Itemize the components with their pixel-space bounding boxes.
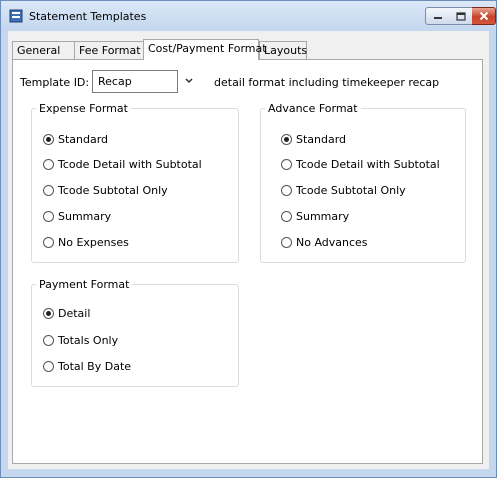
- expense-tcode-detail-subtotal-radio[interactable]: Tcode Detail with Subtotal: [43, 157, 202, 171]
- radio-unselected-icon: [43, 360, 54, 372]
- radio-unselected-icon: [281, 236, 292, 248]
- payment-detail-radio[interactable]: Detail: [43, 306, 90, 320]
- title-bar[interactable]: Statement Templates: [1, 1, 496, 31]
- radio-unselected-icon: [281, 158, 292, 170]
- template-id-combobox[interactable]: Recap: [92, 70, 199, 93]
- maximize-icon: [455, 11, 466, 21]
- advance-format-title: Advance Format: [268, 102, 358, 115]
- template-description: detail format including timekeeper recap: [214, 76, 440, 89]
- expense-format-title: Expense Format: [39, 102, 128, 115]
- radio-label: Standard: [296, 132, 347, 146]
- app-icon: [9, 9, 23, 23]
- radio-label: Summary: [58, 209, 112, 223]
- minimize-icon: [433, 17, 442, 19]
- radio-label: Tcode Detail with Subtotal: [58, 157, 202, 171]
- radio-label: Detail: [58, 306, 91, 320]
- radio-unselected-icon: [43, 184, 54, 196]
- radio-unselected-icon: [43, 158, 54, 170]
- expense-summary-radio[interactable]: Summary: [43, 209, 111, 223]
- close-button[interactable]: [472, 7, 496, 25]
- advance-tcode-subtotal-only-radio[interactable]: Tcode Subtotal Only: [281, 183, 406, 197]
- radio-unselected-icon: [281, 210, 292, 222]
- radio-unselected-icon: [43, 210, 54, 222]
- advance-summary-radio[interactable]: Summary: [281, 209, 349, 223]
- payment-format-title: Payment Format: [39, 278, 130, 291]
- radio-label: No Expenses: [58, 235, 129, 249]
- radio-label: Tcode Detail with Subtotal: [296, 157, 440, 171]
- advance-standard-radio[interactable]: Standard: [281, 132, 346, 146]
- radio-label: No Advances: [296, 235, 368, 249]
- maximize-button[interactable]: [449, 7, 473, 25]
- payment-total-by-date-radio[interactable]: Total By Date: [43, 359, 131, 373]
- expense-no-expenses-radio[interactable]: No Expenses: [43, 235, 129, 249]
- window-title: Statement Templates: [29, 10, 147, 23]
- radio-label: Tcode Subtotal Only: [58, 183, 168, 197]
- tab-general[interactable]: General: [12, 41, 75, 59]
- radio-label: Summary: [296, 209, 350, 223]
- advance-tcode-detail-subtotal-radio[interactable]: Tcode Detail with Subtotal: [281, 157, 440, 171]
- radio-selected-icon: [43, 133, 54, 145]
- radio-unselected-icon: [43, 334, 54, 346]
- template-id-label: Template ID:: [20, 76, 90, 89]
- advance-no-advances-radio[interactable]: No Advances: [281, 235, 368, 249]
- radio-selected-icon: [281, 133, 292, 145]
- tab-fee-format[interactable]: Fee Format: [74, 41, 146, 59]
- radio-label: Tcode Subtotal Only: [296, 183, 406, 197]
- close-icon: [479, 11, 488, 21]
- chevron-down-icon[interactable]: [184, 76, 194, 86]
- radio-unselected-icon: [43, 236, 54, 248]
- template-id-input[interactable]: Recap: [92, 70, 178, 93]
- radio-label: Total By Date: [58, 359, 132, 373]
- expense-standard-radio[interactable]: Standard: [43, 132, 108, 146]
- tab-cost-payment-format[interactable]: Cost/Payment Format: [143, 39, 267, 60]
- radio-label: Totals Only: [58, 333, 119, 347]
- radio-label: Standard: [58, 132, 109, 146]
- minimize-button[interactable]: [425, 7, 450, 25]
- radio-selected-icon: [43, 307, 54, 319]
- expense-tcode-subtotal-only-radio[interactable]: Tcode Subtotal Only: [43, 183, 168, 197]
- radio-unselected-icon: [281, 184, 292, 196]
- statement-templates-window: Statement Templates General Fee Format C…: [0, 0, 497, 478]
- payment-totals-only-radio[interactable]: Totals Only: [43, 333, 118, 347]
